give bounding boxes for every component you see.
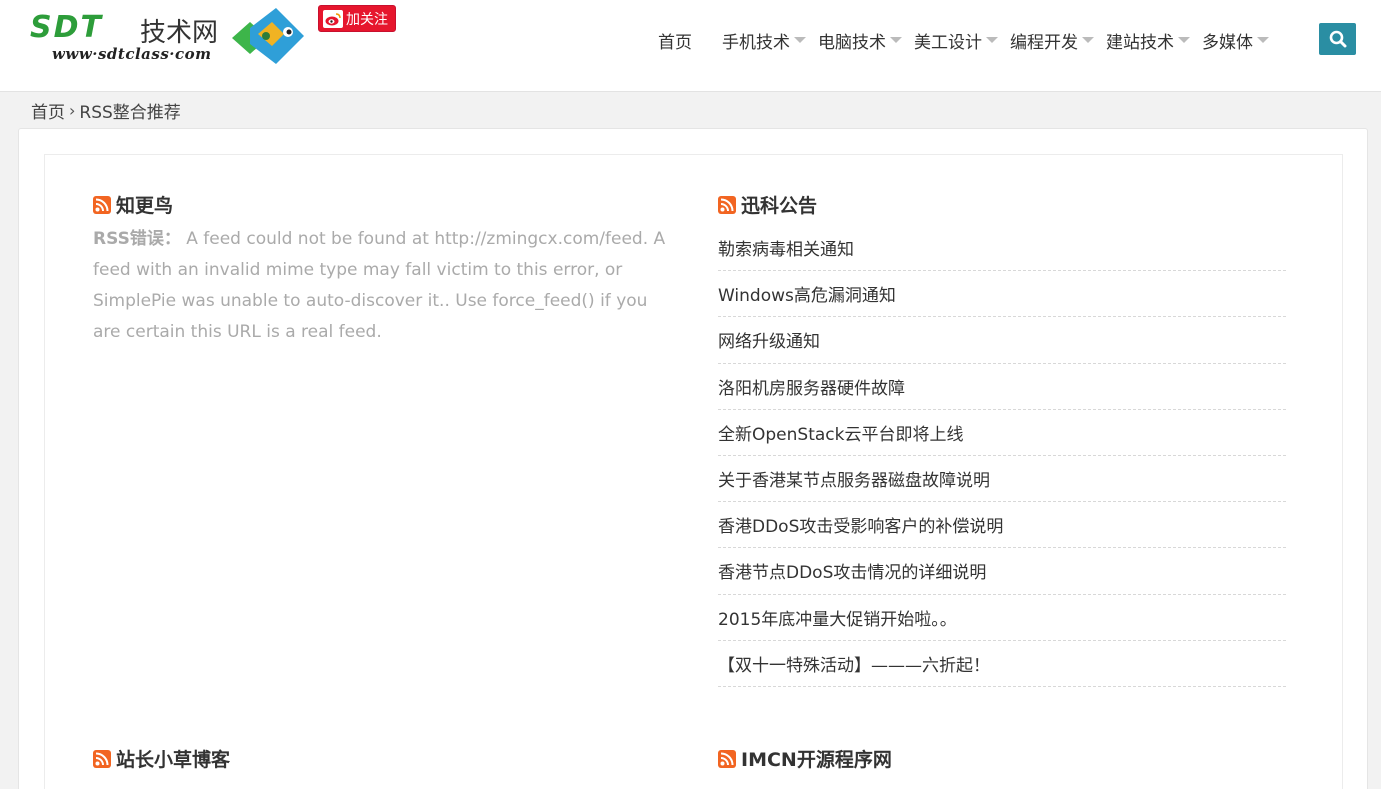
rss-icon (93, 195, 111, 214)
logo-text: SDT (30, 10, 103, 45)
feed-zhanzhang: 站长小草博客 (93, 745, 673, 772)
feed-imcn: IMCN开源程序网 (718, 745, 1298, 772)
rss-icon (93, 749, 111, 768)
breadcrumb: 首页 › RSS整合推荐 (31, 98, 181, 123)
feed-title[interactable]: 迅科公告 (718, 191, 1298, 218)
feed-item-link[interactable]: Windows高危漏洞通知 (718, 281, 896, 306)
feed-zhigengniao: 知更鸟 RSS错误： A feed could not be found at … (93, 191, 673, 348)
caret-down-icon (1178, 37, 1190, 43)
feed-item-link[interactable]: 香港DDoS攻击受影响客户的补偿说明 (718, 512, 1003, 537)
nav-item-programming[interactable]: 编程开发 (1010, 28, 1094, 53)
caret-down-icon (1082, 37, 1094, 43)
nav-item-mobile[interactable]: 手机技术 (722, 28, 806, 53)
nav-item-home[interactable]: 首页 (658, 28, 692, 53)
nav-label: 建站技术 (1106, 32, 1174, 53)
nav-label: 首页 (658, 32, 692, 53)
feed-title-text: 站长小草博客 (116, 749, 231, 771)
feed-item-link[interactable]: 2015年底冲量大促销开始啦。。 (718, 605, 957, 630)
site-header: SDT 技术网 www·sdtclass·com 加关注 首页 手机技术 电脑技… (0, 0, 1381, 92)
nav-label: 编程开发 (1010, 32, 1078, 53)
search-icon (1329, 30, 1346, 48)
caret-down-icon (890, 37, 902, 43)
breadcrumb-current: RSS整合推荐 (79, 103, 181, 123)
weibo-follow-button[interactable]: 加关注 (318, 5, 396, 32)
caret-down-icon (1257, 37, 1269, 43)
rss-icon (718, 749, 736, 768)
rss-error-label: RSS错误： (93, 229, 181, 249)
feed-item-link[interactable]: 洛阳机房服务器硬件故障 (718, 374, 905, 399)
nav-item-multimedia[interactable]: 多媒体 (1202, 28, 1269, 53)
rss-icon (718, 195, 736, 214)
feed-title[interactable]: 知更鸟 (93, 191, 673, 218)
feed-title[interactable]: IMCN开源程序网 (718, 745, 1298, 772)
feed-item-list: 勒索病毒相关通知 Windows高危漏洞通知 网络升级通知 洛阳机房服务器硬件故… (718, 225, 1286, 687)
feed-title-text: IMCN开源程序网 (741, 749, 892, 771)
logo-cn: 技术网 (140, 18, 219, 48)
logo-url: www·sdtclass·com (52, 45, 212, 63)
nav-item-design[interactable]: 美工设计 (914, 28, 998, 53)
breadcrumb-home[interactable]: 首页 (31, 98, 65, 123)
list-item[interactable]: 关于香港某节点服务器磁盘故障说明 (718, 456, 1286, 503)
content-card: 知更鸟 RSS错误： A feed could not be found at … (18, 128, 1368, 789)
list-item[interactable]: 【双十一特殊活动】———六折起！ (718, 641, 1286, 687)
feed-item-link[interactable]: 【双十一特殊活动】———六折起！ (718, 651, 990, 676)
nav-item-pc[interactable]: 电脑技术 (818, 28, 902, 53)
list-item[interactable]: 香港节点DDoS攻击情况的详细说明 (718, 548, 1286, 595)
nav-item-website[interactable]: 建站技术 (1106, 28, 1190, 53)
logo-fish-icon (232, 8, 304, 64)
feed-item-link[interactable]: 网络升级通知 (718, 327, 820, 352)
nav-label: 手机技术 (722, 32, 790, 53)
list-item[interactable]: 香港DDoS攻击受影响客户的补偿说明 (718, 502, 1286, 549)
search-button[interactable] (1319, 23, 1356, 55)
feed-title[interactable]: 站长小草博客 (93, 745, 673, 772)
rss-error-message: RSS错误： A feed could not be found at http… (93, 224, 673, 348)
site-logo[interactable]: SDT 技术网 www·sdtclass·com (30, 8, 305, 66)
nav-label: 电脑技术 (818, 32, 886, 53)
list-item[interactable]: 全新OpenStack云平台即将上线 (718, 410, 1286, 456)
caret-down-icon (794, 37, 806, 43)
nav-label: 美工设计 (914, 32, 982, 53)
list-item[interactable]: 洛阳机房服务器硬件故障 (718, 364, 1286, 410)
weibo-icon (323, 9, 343, 28)
weibo-follow-label: 加关注 (346, 11, 388, 28)
list-item[interactable]: 网络升级通知 (718, 317, 1286, 364)
list-item[interactable]: Windows高危漏洞通知 (718, 271, 1286, 318)
list-item[interactable]: 勒索病毒相关通知 (718, 225, 1286, 272)
feed-title-text: 迅科公告 (741, 195, 818, 217)
feed-item-link[interactable]: 全新OpenStack云平台即将上线 (718, 420, 963, 445)
main-nav: 首页 手机技术 电脑技术 美工设计 编程开发 建站技术 多媒体 (640, 27, 1281, 53)
caret-down-icon (986, 37, 998, 43)
feed-item-link[interactable]: 关于香港某节点服务器磁盘故障说明 (718, 466, 990, 491)
feed-item-link[interactable]: 勒索病毒相关通知 (718, 235, 854, 260)
list-item[interactable]: 2015年底冲量大促销开始啦。。 (718, 595, 1286, 641)
feed-item-link[interactable]: 香港节点DDoS攻击情况的详细说明 (718, 558, 986, 583)
feed-title-text: 知更鸟 (116, 195, 174, 217)
feed-xunke: 迅科公告 勒索病毒相关通知 Windows高危漏洞通知 网络升级通知 洛阳机房服… (718, 191, 1298, 687)
breadcrumb-separator: › (69, 101, 76, 120)
content-inner: 知更鸟 RSS错误： A feed could not be found at … (44, 154, 1343, 789)
nav-label: 多媒体 (1202, 32, 1253, 53)
